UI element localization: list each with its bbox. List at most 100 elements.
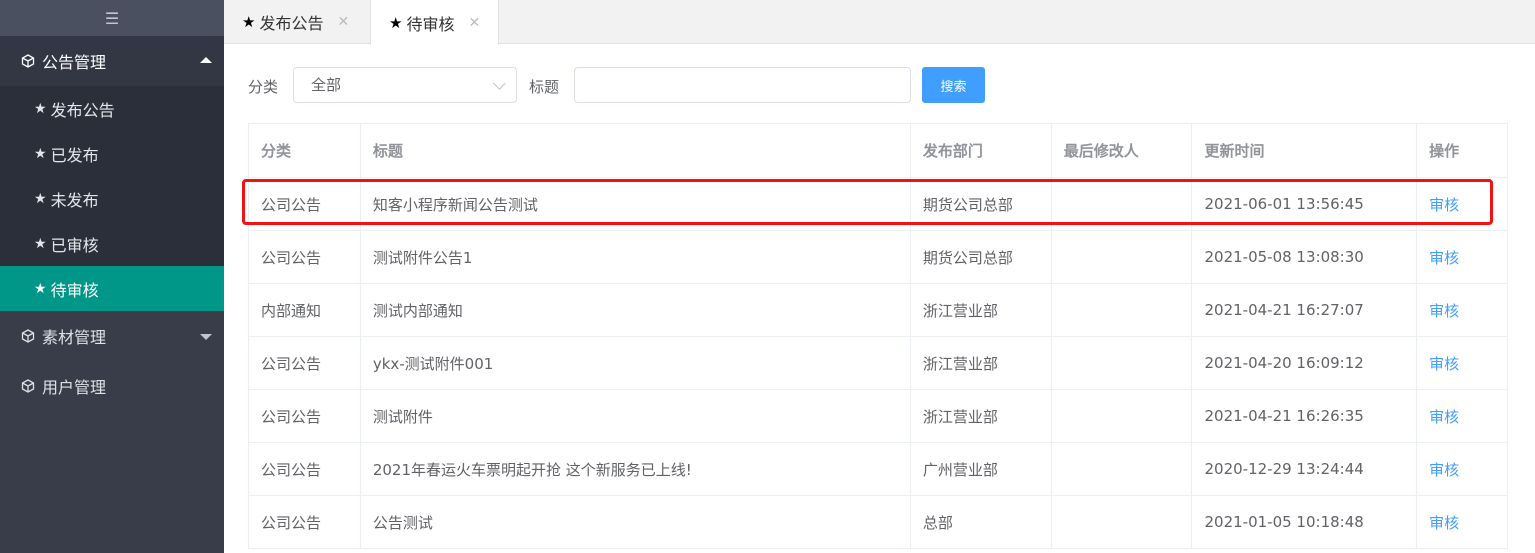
review-link[interactable]: 审核 <box>1417 496 1507 548</box>
category-label: 分类 <box>248 78 279 96</box>
sidebar-item-unpublished[interactable]: ★ 未发布 <box>0 176 224 221</box>
menu-group-users[interactable]: 用户管理 <box>0 361 224 411</box>
sidebar-item-label: 已审核 <box>50 235 99 255</box>
cell-title: 测试内部通知 <box>361 284 911 336</box>
title-input[interactable] <box>574 67 911 103</box>
menu-icon[interactable]: ☰ <box>105 9 119 28</box>
cell-title-text: ykx-测试附件001 <box>372 354 494 373</box>
cell-category-text: 公司公告 <box>261 354 322 373</box>
cell-department: 期货公司总部 <box>911 231 1052 283</box>
cell-category: 公司公告 <box>249 443 361 495</box>
cell-update-time: 2021-01-05 10:18:48 <box>1192 496 1418 548</box>
cell-last-modifier <box>1052 390 1193 442</box>
cell-department: 浙江营业部 <box>911 284 1052 336</box>
table-row: 公司公告 2021年春运火车票明起开抢 这个新服务已上线! 广州营业部 2020-12… <box>249 443 1507 496</box>
cell-department-text: 浙江营业部 <box>922 407 998 426</box>
menu-group-label: 用户管理 <box>42 378 107 397</box>
search-button[interactable]: 搜索 <box>922 67 985 103</box>
cell-title-text: 测试内部通知 <box>372 301 463 320</box>
review-link[interactable]: 审核 <box>1417 443 1507 495</box>
sidebar-item-label: 已发布 <box>50 145 99 165</box>
header-update-time: 更新时间 <box>1192 124 1418 177</box>
review-link[interactable]: 审核 <box>1417 337 1507 389</box>
header-last-modifier: 最后修改人 <box>1052 124 1193 177</box>
table-body: 公司公告 知客小程序新闻公告测试 期货公司总部 2021-06-01 13:56:45… <box>249 178 1507 549</box>
table-row: 公司公告 知客小程序新闻公告测试 期货公司总部 2021-06-01 13:56:45… <box>249 178 1507 231</box>
cell-last-modifier <box>1052 284 1193 336</box>
header-title: 标题 <box>361 124 911 177</box>
menu-toggle[interactable]: ☰ <box>0 0 224 36</box>
tab-bar: ★ 发布公告 ✕ ★ 待审核 ✕ <box>224 0 1535 45</box>
sidebar-item-published[interactable]: ★ 已发布 <box>0 131 224 176</box>
cell-category-text: 公司公告 <box>261 195 322 214</box>
review-link[interactable]: 审核 <box>1417 284 1507 336</box>
cell-category: 公司公告 <box>249 390 361 442</box>
cell-title: 测试附件 <box>361 390 911 442</box>
cell-category: 公司公告 <box>249 337 361 389</box>
star-icon: ★ <box>34 190 47 207</box>
cell-category-text: 公司公告 <box>261 513 322 532</box>
header-department: 发布部门 <box>911 124 1052 177</box>
star-icon: ★ <box>34 100 47 117</box>
cell-department-text: 广州营业部 <box>922 460 998 479</box>
cell-category-text: 公司公告 <box>261 248 322 267</box>
cell-last-modifier <box>1052 178 1193 230</box>
cell-department: 浙江营业部 <box>911 337 1052 389</box>
cell-update-time: 2021-04-21 16:26:35 <box>1192 390 1418 442</box>
cell-department: 总部 <box>911 496 1052 548</box>
cell-title: ykx-测试附件001 <box>361 337 911 389</box>
close-icon[interactable]: ✕ <box>468 15 480 31</box>
cell-update-time: 2020-12-29 13:24:44 <box>1192 443 1418 495</box>
sidebar-item-publish[interactable]: ★ 发布公告 <box>0 86 224 131</box>
header-action: 操作 <box>1429 142 1460 160</box>
close-icon[interactable]: ✕ <box>337 14 349 30</box>
tab-label: 待审核 <box>406 14 455 34</box>
review-link-text[interactable]: 审核 <box>1429 353 1459 374</box>
cell-last-modifier <box>1052 337 1193 389</box>
cell-update-time: 2021-06-01 13:56:45 <box>1192 178 1418 230</box>
cell-update-time-text: 2021-04-20 16:09:12 <box>1204 354 1364 372</box>
table-row: 内部通知 测试内部通知 浙江营业部 2021-04-21 16:27:07 审核 <box>249 284 1507 337</box>
cell-department-text: 期货公司总部 <box>922 248 1013 267</box>
category-select-value: 全部 <box>311 76 342 94</box>
menu-group-materials[interactable]: 素材管理 <box>0 311 224 361</box>
sidebar-item-pending-review[interactable]: ★ 待审核 <box>0 266 224 311</box>
cell-update-time-text: 2021-06-01 13:56:45 <box>1204 195 1364 213</box>
submenu-announcements: ★ 发布公告 ★ 已发布 ★ 未发布 ★ 已审核 ★ 待审核 <box>0 86 224 311</box>
sidebar-item-label: 发布公告 <box>50 100 115 120</box>
review-link[interactable]: 审核 <box>1417 390 1507 442</box>
cube-icon <box>20 328 36 344</box>
cell-title-text: 2021年春运火车票明起开抢 这个新服务已上线! <box>372 460 692 479</box>
review-link-text[interactable]: 审核 <box>1429 406 1459 427</box>
star-icon: ★ <box>34 280 47 297</box>
tab-publish[interactable]: ★ 发布公告 ✕ <box>224 0 367 44</box>
review-link[interactable]: 审核 <box>1417 178 1507 230</box>
cell-title: 知客小程序新闻公告测试 <box>361 178 911 230</box>
menu-group-label: 公告管理 <box>42 53 107 72</box>
cell-last-modifier <box>1052 231 1193 283</box>
cell-last-modifier <box>1052 496 1193 548</box>
review-link-text[interactable]: 审核 <box>1429 194 1459 215</box>
cell-department-text: 浙江营业部 <box>922 301 998 320</box>
cell-department-text: 期货公司总部 <box>922 195 1013 214</box>
cell-title: 2021年春运火车票明起开抢 这个新服务已上线! <box>361 443 911 495</box>
cell-title-text: 测试附件 <box>372 407 433 426</box>
cell-update-time-text: 2021-04-21 16:26:35 <box>1204 407 1364 425</box>
cube-icon <box>20 378 36 394</box>
menu-group-announcements[interactable]: 公告管理 <box>0 36 224 86</box>
tab-pending-review[interactable]: ★ 待审核 ✕ <box>370 0 500 45</box>
review-link[interactable]: 审核 <box>1417 231 1507 283</box>
review-link-text[interactable]: 审核 <box>1429 459 1459 480</box>
review-link-text[interactable]: 审核 <box>1429 300 1459 321</box>
review-link-text[interactable]: 审核 <box>1429 512 1459 533</box>
category-select[interactable]: 全部 <box>293 67 517 103</box>
review-link-text[interactable]: 审核 <box>1429 247 1459 268</box>
sidebar-item-label: 未发布 <box>50 190 99 210</box>
cell-title: 测试附件公告1 <box>361 231 911 283</box>
cell-department-text: 浙江营业部 <box>922 354 998 373</box>
cell-update-time: 2021-04-20 16:09:12 <box>1192 337 1418 389</box>
sidebar-item-reviewed[interactable]: ★ 已审核 <box>0 221 224 266</box>
cell-update-time-text: 2021-05-08 13:08:30 <box>1204 248 1364 266</box>
cell-department: 浙江营业部 <box>911 390 1052 442</box>
cell-department-text: 总部 <box>922 513 953 532</box>
